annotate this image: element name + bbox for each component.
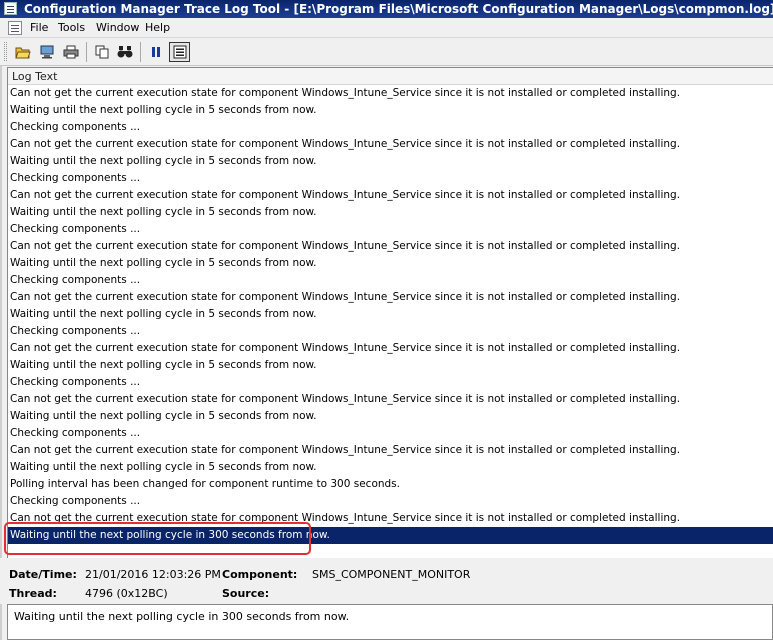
menu-file[interactable]: File [30, 18, 48, 38]
column-header-label: Log Text [12, 70, 58, 83]
log-row[interactable]: Checking components ... [8, 119, 773, 136]
window-title: Configuration Manager Trace Log Tool - [… [24, 2, 773, 16]
toolbar-separator [140, 42, 141, 62]
log-row[interactable]: Waiting until the next polling cycle in … [8, 357, 773, 374]
copy-icon[interactable] [91, 42, 112, 62]
log-list[interactable]: Log Text Can not get the current executi… [7, 67, 773, 558]
message-text-box[interactable]: Waiting until the next polling cycle in … [7, 604, 773, 640]
menu-bar: File Tools Window Help [0, 18, 773, 38]
log-row[interactable]: Waiting until the next polling cycle in … [8, 408, 773, 425]
log-row[interactable]: Can not get the current execution state … [8, 510, 773, 527]
message-text: Waiting until the next polling cycle in … [14, 610, 350, 623]
log-rows: Can not get the current execution state … [8, 85, 773, 544]
log-row[interactable]: Can not get the current execution state … [8, 289, 773, 306]
toolbar [0, 38, 773, 66]
open-on-server-icon[interactable] [36, 42, 57, 62]
document-icon[interactable] [8, 21, 22, 35]
log-row[interactable]: Waiting until the next polling cycle in … [8, 255, 773, 272]
log-row[interactable]: Can not get the current execution state … [8, 238, 773, 255]
log-row[interactable]: Polling interval has been changed for co… [8, 476, 773, 493]
log-row[interactable]: Can not get the current execution state … [8, 187, 773, 204]
print-icon[interactable] [60, 42, 81, 62]
log-row[interactable]: Waiting until the next polling cycle in … [8, 153, 773, 170]
log-row[interactable]: Checking components ... [8, 221, 773, 238]
datetime-value: 21/01/2016 12:03:26 PM [85, 568, 221, 581]
toolbar-grip[interactable] [4, 42, 7, 61]
log-row-selected[interactable]: Waiting until the next polling cycle in … [8, 527, 773, 544]
toolbar-separator [86, 42, 87, 62]
menu-tools[interactable]: Tools [58, 18, 85, 38]
window-left-edge [0, 66, 2, 640]
log-row[interactable]: Checking components ... [8, 272, 773, 289]
log-row[interactable]: Checking components ... [8, 170, 773, 187]
component-label: Component: [222, 568, 298, 581]
datetime-label: Date/Time: [9, 568, 77, 581]
log-row[interactable]: Checking components ... [8, 425, 773, 442]
log-row[interactable]: Checking components ... [8, 323, 773, 340]
thread-value: 4796 (0x12BC) [85, 587, 168, 600]
log-row[interactable]: Can not get the current execution state … [8, 391, 773, 408]
app-icon [4, 2, 17, 15]
pause-icon[interactable] [145, 42, 166, 62]
log-row[interactable]: Waiting until the next polling cycle in … [8, 459, 773, 476]
menu-help[interactable]: Help [145, 18, 170, 38]
log-text-column-header[interactable]: Log Text [8, 68, 773, 85]
log-row[interactable]: Can not get the current execution state … [8, 442, 773, 459]
log-row[interactable]: Checking components ... [8, 493, 773, 510]
open-folder-icon[interactable] [12, 42, 33, 62]
find-icon[interactable] [114, 42, 135, 62]
menu-window[interactable]: Window [96, 18, 139, 38]
thread-label: Thread: [9, 587, 57, 600]
highlight-icon[interactable] [169, 42, 190, 62]
source-label: Source: [222, 587, 270, 600]
details-pane: Date/Time: 21/01/2016 12:03:26 PM Compon… [0, 558, 773, 604]
title-bar: Configuration Manager Trace Log Tool - [… [0, 0, 773, 18]
log-row[interactable]: Waiting until the next polling cycle in … [8, 102, 773, 119]
log-row[interactable]: Waiting until the next polling cycle in … [8, 306, 773, 323]
log-row[interactable]: Can not get the current execution state … [8, 340, 773, 357]
log-row[interactable]: Checking components ... [8, 374, 773, 391]
log-row[interactable]: Can not get the current execution state … [8, 136, 773, 153]
log-row[interactable]: Waiting until the next polling cycle in … [8, 204, 773, 221]
log-row[interactable]: Can not get the current execution state … [8, 85, 773, 102]
component-value: SMS_COMPONENT_MONITOR [312, 568, 471, 581]
